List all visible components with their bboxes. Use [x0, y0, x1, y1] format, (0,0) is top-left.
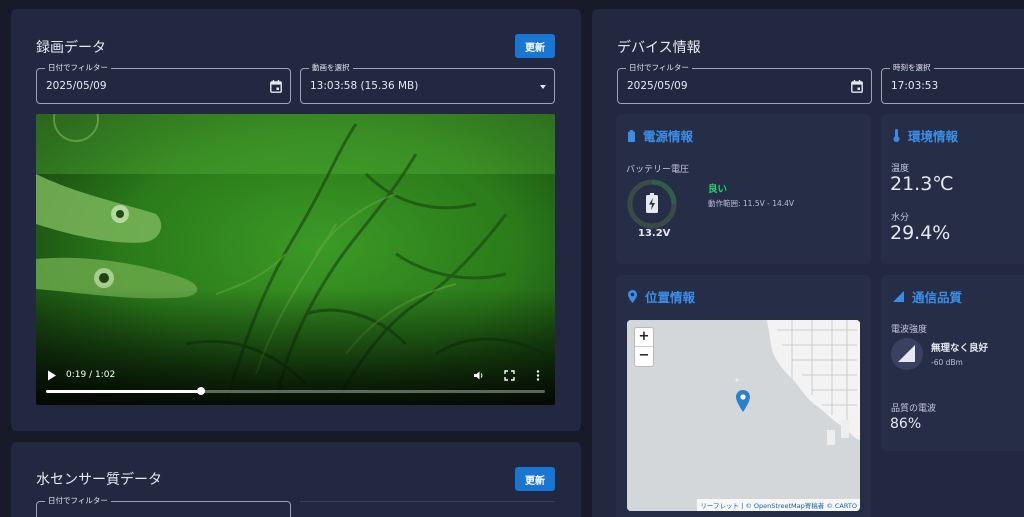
battery-charging-icon: [646, 193, 658, 213]
time-select-value: 17:03:53: [891, 80, 939, 92]
map-tiles: [627, 320, 860, 511]
play-icon[interactable]: [47, 370, 57, 381]
video-time: 0:19 / 1:02: [66, 370, 116, 380]
recording-date-filter-label: 日付でフィルター: [45, 62, 111, 73]
video-progress-track[interactable]: [46, 387, 545, 395]
map-zoom-out-button[interactable]: −: [635, 347, 653, 366]
strength-label: 電波強度: [891, 325, 928, 335]
location-pin-icon: [628, 290, 637, 303]
water-card: 水センサー質データ 更新 日付でフィルター: [11, 442, 581, 517]
signal-title-text: 通信品質: [912, 290, 963, 305]
thermometer-icon: [893, 129, 900, 142]
battery-label: バッテリー電圧: [626, 165, 690, 175]
quality-label: 品質の電波: [891, 404, 937, 414]
strength-status: 無理なく良好: [931, 343, 989, 354]
battery-range: 動作範囲: 11.5V - 14.4V: [708, 199, 795, 208]
water-title: 水センサー質データ: [36, 472, 162, 488]
moisture-value: 29.4%: [890, 222, 951, 244]
map-zoom-in-button[interactable]: +: [635, 328, 653, 347]
environment-title-text: 環境情報: [908, 129, 959, 144]
location-panel: 位置情報 + − リーフレット | © OpenStreetMap寄稿者 © C…: [616, 275, 871, 517]
recording-refresh-button[interactable]: 更新: [515, 34, 555, 58]
video-progress-thumb[interactable]: [196, 387, 205, 395]
video-select-value: 13:03:58 (15.36 MB): [310, 80, 419, 92]
location-title-text: 位置情報: [645, 290, 696, 305]
video-player[interactable]: 0:19 / 1:02: [36, 114, 555, 405]
signal-title: 通信品質: [893, 287, 962, 306]
video-select[interactable]: 動画を選択 13:03:58 (15.36 MB): [300, 62, 555, 104]
video-progress-fill: [46, 390, 201, 393]
recording-date-value: 2025/05/09: [46, 80, 107, 92]
power-title: 電源情報: [628, 126, 693, 145]
video-select-label: 動画を選択: [309, 62, 353, 73]
chevron-down-icon[interactable]: [540, 85, 546, 89]
environment-panel: 環境情報 温度 21.3℃ 水分 29.4%: [881, 114, 1024, 264]
water-date-filter-label: 日付でフィルター: [45, 495, 111, 506]
power-panel: 電源情報 バッテリー電圧 13.2V 良い 動作範囲: 11.5V - 14.4…: [616, 114, 871, 264]
device-title: デバイス情報: [617, 40, 701, 56]
video-frame: [36, 114, 555, 405]
recording-title: 録画データ: [36, 40, 106, 56]
recording-date-filter[interactable]: 日付でフィルター 2025/05/09: [36, 62, 291, 104]
signal-panel: 通信品質 電波強度 無理なく良好 -60 dBm 品質の電波 86%: [881, 275, 1024, 451]
water-date-filter[interactable]: 日付でフィルター: [36, 495, 291, 517]
power-title-text: 電源情報: [643, 129, 694, 144]
map-zoom-control: + −: [634, 327, 654, 367]
calendar-icon[interactable]: [851, 80, 863, 93]
time-select-label: 時刻を選択: [890, 62, 934, 73]
water-secondary-field[interactable]: [300, 501, 555, 517]
calendar-icon[interactable]: [270, 80, 282, 93]
volume-icon[interactable]: [473, 370, 484, 381]
device-date-value: 2025/05/09: [627, 80, 688, 92]
recording-card: 録画データ 更新 日付でフィルター 2025/05/09 動画を選択 13:03…: [11, 9, 581, 431]
map[interactable]: + − リーフレット | © OpenStreetMap寄稿者 © CARTO: [627, 320, 860, 511]
device-card: デバイス情報 日付でフィルター 2025/05/09 時刻を選択 17:03:5…: [592, 9, 1024, 517]
map-marker-icon[interactable]: [736, 390, 750, 412]
more-options-icon[interactable]: [536, 370, 540, 381]
water-refresh-button[interactable]: 更新: [515, 467, 555, 491]
temperature-value: 21.3℃: [890, 173, 954, 195]
quality-value: 86%: [890, 416, 922, 432]
battery-icon: [628, 129, 635, 142]
location-title: 位置情報: [628, 287, 695, 306]
map-attribution[interactable]: リーフレット | © OpenStreetMap寄稿者 © CARTO: [697, 499, 860, 511]
signal-gauge-icon: [891, 338, 923, 370]
device-date-filter-label: 日付でフィルター: [626, 62, 692, 73]
signal-strength-icon: [893, 291, 904, 302]
device-date-filter[interactable]: 日付でフィルター 2025/05/09: [617, 62, 872, 104]
time-select[interactable]: 時刻を選択 17:03:53: [881, 62, 1024, 104]
fullscreen-icon[interactable]: [504, 370, 515, 381]
environment-title: 環境情報: [893, 126, 958, 145]
battery-status: 良い: [708, 184, 728, 195]
strength-dbm: -60 dBm: [931, 358, 963, 367]
battery-voltage: 13.2V: [638, 228, 671, 239]
